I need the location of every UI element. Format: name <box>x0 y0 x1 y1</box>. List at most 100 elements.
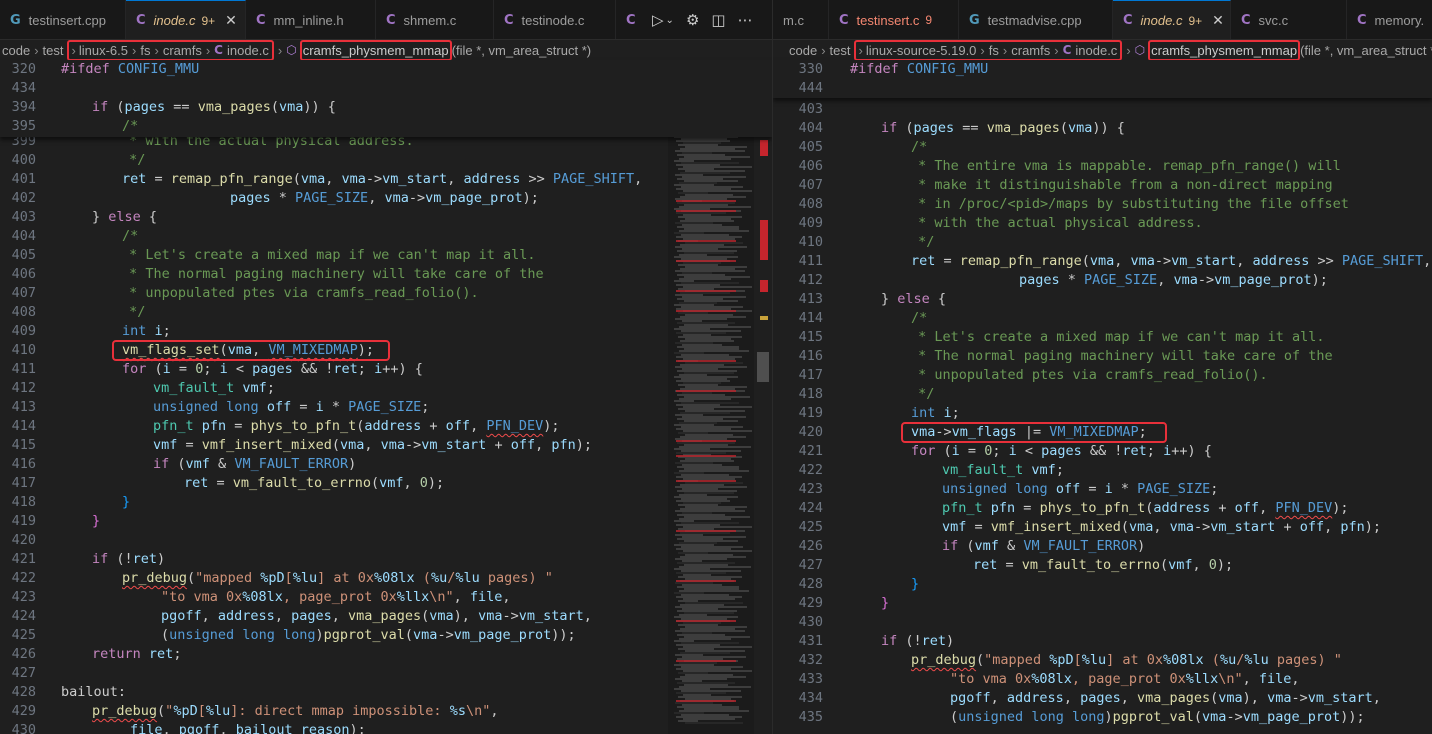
tab-memory[interactable]: C memory. <box>1347 0 1432 39</box>
minimap-error-line <box>676 260 736 262</box>
cpp-file-icon: G <box>969 12 980 28</box>
breadcrumb-symbol-highlight: cramfs_physmem_mmap <box>299 39 452 61</box>
tab-label: m.c <box>783 12 804 28</box>
minimap-error-line <box>676 455 736 457</box>
code-line: 415 vmf = vmf_insert_mixed(vma, vma->vm_s… <box>11 437 593 453</box>
sticky-line[interactable]: 394 if (pages == vma_pages(vma)) { <box>0 98 772 117</box>
breadcrumb-item[interactable]: cramfs <box>1011 43 1050 58</box>
chevron-right-icon: › <box>132 42 137 58</box>
sticky-line[interactable]: 444 <box>773 79 1432 98</box>
error-marker <box>760 140 768 156</box>
breadcrumb-item[interactable]: test <box>43 43 64 58</box>
breadcrumb-symbol-highlight: cramfs_physmem_mmap <box>1148 39 1301 61</box>
h-file-icon: C <box>256 12 266 28</box>
code-line: 414/* <box>798 310 928 326</box>
breadcrumb-item[interactable]: fs <box>989 43 999 58</box>
chevron-right-icon: › <box>821 42 826 58</box>
gear-icon[interactable]: ⚙ <box>686 11 699 29</box>
minimap-error-line <box>676 440 736 442</box>
code-line: 409 * with the actual physical address. <box>798 215 1203 231</box>
sticky-line[interactable]: 320 #ifdef CONFIG_MMU <box>0 60 772 79</box>
cube-symbol-icon: ⬡ <box>286 43 297 57</box>
chevron-right-icon: › <box>1002 42 1008 58</box>
left-code-editor[interactable]: 399 * with the actual physical address. … <box>0 60 772 734</box>
breadcrumb-item[interactable]: linux-source-5.19.0 <box>866 43 977 58</box>
tab-svc-c[interactable]: C svc.c <box>1231 0 1347 39</box>
code-line: 412 pages * PAGE_SIZE, vma->vm_page_prot)… <box>798 272 1328 288</box>
c-file-icon: C <box>626 12 636 28</box>
code-line: 435 (unsigned long long)pgprot_val(vma->v… <box>798 709 1365 725</box>
right-code-editor[interactable]: 403 404 if (pages == vma_pages(vma)) { 40… <box>773 60 1432 734</box>
code-line: 411 for (i = 0; i < pages && !ret; i++) { <box>11 361 423 377</box>
breadcrumb-params: (file *, vm_area_struct *) <box>451 42 592 58</box>
breadcrumb-item[interactable]: code <box>2 43 30 58</box>
sticky-line[interactable]: 434 <box>0 79 772 98</box>
left-editor-pane: G testinsert.cpp C inode.c 9+ ✕ C mm_inl… <box>0 0 772 734</box>
minimap-error-line <box>676 240 736 242</box>
minimap-error-line <box>676 210 736 212</box>
minimap-error-line <box>676 200 736 202</box>
left-tab-bar: G testinsert.cpp C inode.c 9+ ✕ C mm_inl… <box>0 0 772 40</box>
minimap-error-line <box>676 480 736 482</box>
chevron-down-icon[interactable]: ⌄ <box>666 15 674 26</box>
code-line: 406 * The entire vma is mappable. remap_… <box>798 158 1341 174</box>
overview-ruler[interactable] <box>756 60 770 734</box>
run-icon[interactable]: ▷ <box>652 11 664 29</box>
sticky-scroll-header: 330 #ifdef CONFIG_MMU 444 <box>773 60 1432 98</box>
code-line: 424 pgoff, address, pages, vma_pages(vma)… <box>11 608 592 624</box>
sticky-line[interactable]: 330 #ifdef CONFIG_MMU <box>773 60 1432 79</box>
tab-testmadvise-cpp[interactable]: G testmadvise.cpp <box>959 0 1113 39</box>
tab-label: memory. <box>1374 12 1425 28</box>
c-file-icon: C <box>386 12 396 28</box>
cpp-file-icon: G <box>10 12 21 28</box>
code-line: 434 pgoff, address, pages, vma_pages(vma)… <box>798 690 1381 706</box>
chevron-right-icon: › <box>858 42 863 58</box>
code-line: 427 ret = vm_fault_to_errno(vmf, 0); <box>798 557 1234 573</box>
sticky-line[interactable]: 395/* <box>0 117 772 136</box>
c-file-icon: C <box>1357 12 1367 28</box>
code-line: 424 pfn_t pfn = phys_to_pfn_t(address + o… <box>798 500 1349 516</box>
split-editor-icon[interactable]: ◫ <box>711 11 725 29</box>
scrollbar-thumb[interactable] <box>757 352 769 382</box>
tab-testinode-c[interactable]: C testinode.c <box>494 0 616 39</box>
minimap[interactable] <box>668 60 754 734</box>
breadcrumb-path-highlight: › linux-source-5.19.0 › fs › cramfs › C ino… <box>853 39 1123 61</box>
code-line: 418} <box>11 494 131 510</box>
close-icon[interactable]: ✕ <box>225 12 237 29</box>
code-line: 431 if (!ret) <box>798 633 955 649</box>
tab-inode-c[interactable]: C inode.c 9+ ✕ <box>1113 0 1231 39</box>
code-line: 417 * unpopulated ptes via cramfs_read_f… <box>798 367 1268 383</box>
code-line: 412 vm_fault_t vmf; <box>11 380 275 396</box>
breadcrumb-symbol[interactable]: cramfs_physmem_mmap <box>1151 43 1297 58</box>
breadcrumb-item[interactable]: cramfs <box>163 43 202 58</box>
code-line: 410 */ <box>798 234 935 250</box>
breadcrumb-symbol[interactable]: cramfs_physmem_mmap <box>303 43 449 58</box>
right-tab-bar: m.c C testinsert.c 9 G testmadvise.cpp C… <box>773 0 1432 40</box>
c-file-icon: C <box>839 12 849 28</box>
code-line: 425 (unsigned long long)pgprot_val(vma->v… <box>11 627 576 643</box>
code-line: 408 */ <box>11 304 146 320</box>
breadcrumb-item[interactable]: inode.c <box>1075 43 1117 58</box>
breadcrumb-params: (file *, vm_area_struct *) <box>1300 42 1432 58</box>
tab-inode-c[interactable]: C inode.c 9+ ✕ <box>126 0 246 39</box>
more-actions-icon[interactable]: ⋯ <box>738 11 753 29</box>
breadcrumb-item[interactable]: test <box>830 43 851 58</box>
breadcrumb-item[interactable]: linux-6.5 <box>79 43 128 58</box>
tab-testinsert-c[interactable]: C testinsert.c 9 <box>829 0 959 39</box>
code-line: 403 <box>798 101 823 117</box>
tab-partial[interactable]: m.c <box>773 0 829 39</box>
breadcrumb-path-highlight: › linux-6.5 › fs › cramfs › C inode.c <box>66 39 274 61</box>
breadcrumb-item[interactable]: fs <box>140 43 150 58</box>
breadcrumb-item[interactable]: inode.c <box>227 43 269 58</box>
chevron-right-icon: › <box>71 42 76 58</box>
problems-badge: 9+ <box>201 13 216 28</box>
tab-testinsert-cpp[interactable]: G testinsert.cpp <box>0 0 126 39</box>
tab-mm-inline-h[interactable]: C mm_inline.h <box>246 0 376 39</box>
tab-shmem-c[interactable]: C shmem.c <box>376 0 494 39</box>
minimap-error-line <box>676 530 736 532</box>
chevron-right-icon: › <box>205 42 211 58</box>
minimap-error-line <box>676 290 736 292</box>
breadcrumb-item[interactable]: code <box>789 43 817 58</box>
close-icon[interactable]: ✕ <box>1212 12 1224 29</box>
chevron-right-icon: › <box>154 42 159 58</box>
